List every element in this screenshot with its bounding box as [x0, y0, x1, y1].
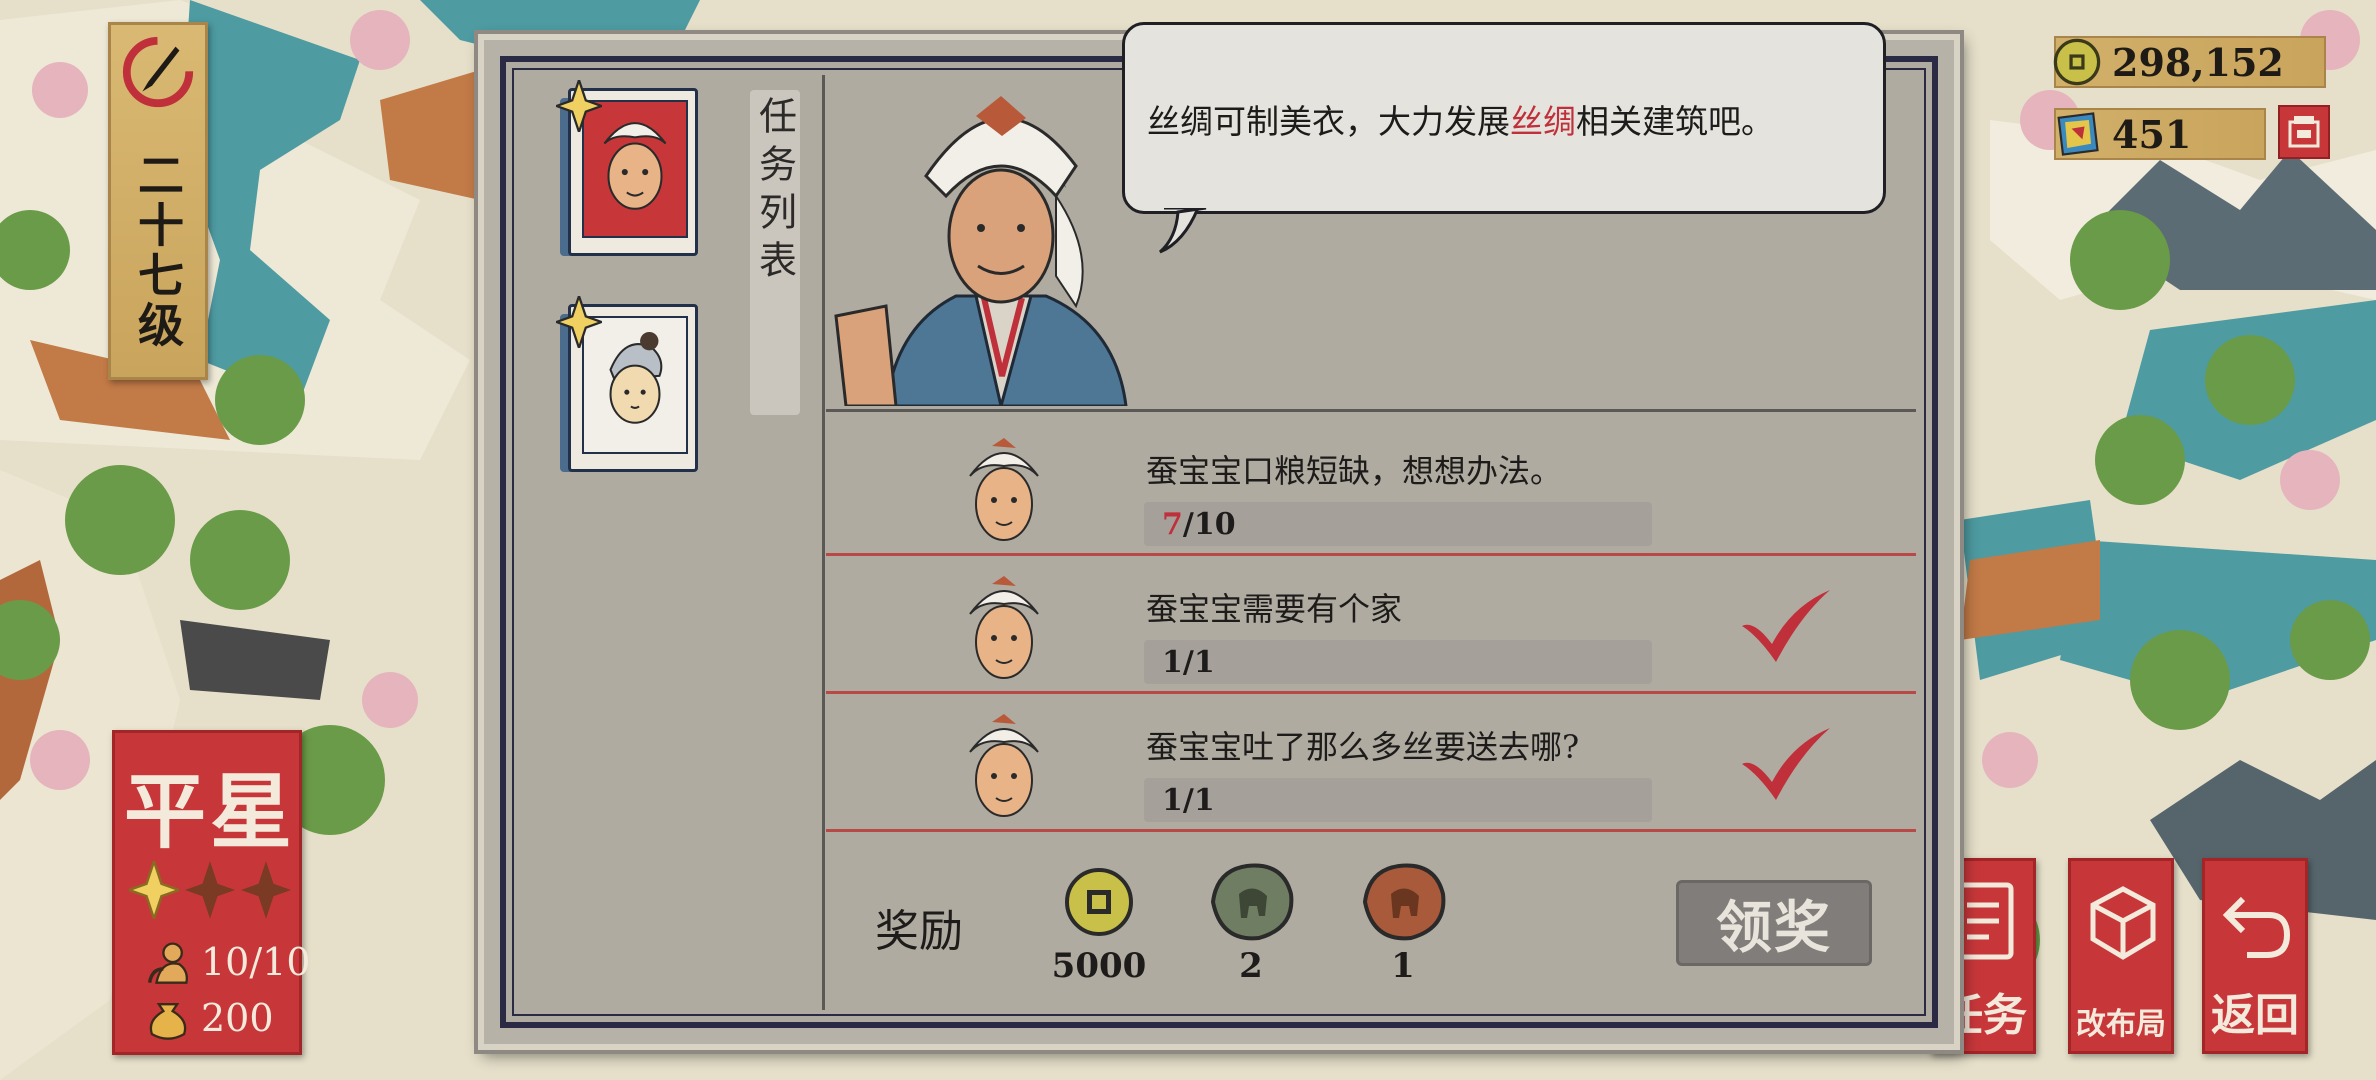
- panel-column-divider: [822, 75, 825, 1010]
- redesign-button-label: 改布局: [2076, 1007, 2166, 1042]
- task-row[interactable]: 蚕宝宝口粮短缺，想想办法。 7/10: [826, 418, 1916, 556]
- silk-lady-character-portrait: [834, 96, 1128, 406]
- gold-star-badge-icon: [556, 80, 602, 132]
- layout-cube-icon: [2090, 886, 2156, 960]
- quest-dialog-text: 丝绸可制美衣，大力发展丝绸相关建筑吧。: [1147, 102, 1774, 141]
- task-title: 蚕宝宝吐了那么多丝要送去哪?: [1146, 728, 1580, 766]
- completed-check-icon: [1742, 590, 1830, 662]
- quest-giver-card-selected[interactable]: [556, 80, 706, 260]
- food-stat: 200: [145, 995, 274, 1041]
- reward-item[interactable]: 2: [1196, 858, 1306, 986]
- reward-item[interactable]: 5000: [1044, 858, 1154, 986]
- food-bag-icon: [149, 1003, 187, 1040]
- speech-bubble-tail: [1158, 208, 1207, 254]
- task-title: 蚕宝宝需要有个家: [1146, 590, 1403, 628]
- population-value: 10/10: [201, 940, 311, 984]
- prosperity-rank-banner[interactable]: 平星 10/10 200: [112, 730, 311, 1055]
- copper-coins-value: 298,152: [2112, 39, 2284, 85]
- silk-lady-avatar-icon: [969, 714, 1039, 817]
- brown-elephant-stone-icon: [1362, 863, 1446, 941]
- dialog-divider: [826, 409, 1916, 412]
- redesign-button[interactable]: 改布局: [2068, 858, 2174, 1054]
- quest-dialog-bubble: 丝绸可制美衣，大力发展丝绸相关建筑吧。: [1122, 22, 1886, 214]
- reward-count: 5000: [1051, 946, 1147, 986]
- population-icon: [147, 942, 188, 984]
- copper-coins-bar[interactable]: 298,152: [2053, 36, 2326, 88]
- task-list-tab-label: 任务列表: [752, 96, 797, 288]
- task-progress-bar: 7/10: [1144, 502, 1652, 546]
- task-row[interactable]: 蚕宝宝吐了那么多丝要送去哪? 1/1: [826, 694, 1916, 832]
- task-list-tab[interactable]: 任务列表: [750, 90, 800, 415]
- task-row[interactable]: 蚕宝宝需要有个家 1/1: [826, 556, 1916, 694]
- reward-count: 2: [1239, 946, 1263, 986]
- gem-scroll-icon: [2057, 112, 2099, 156]
- shop-icon: [2288, 116, 2320, 148]
- quest-giver-card[interactable]: [556, 296, 706, 476]
- gems-bar[interactable]: 451: [2054, 108, 2266, 160]
- copper-coin-icon: [1065, 868, 1133, 936]
- player-level-banner[interactable]: 二十七级: [108, 22, 208, 380]
- dialog-highlight: 丝绸: [1510, 102, 1576, 141]
- population-stat: 10/10: [145, 939, 311, 985]
- claim-reward-button[interactable]: 领奖: [1676, 880, 1872, 966]
- task-progress-bar: 1/1: [1144, 640, 1652, 684]
- task-title: 蚕宝宝口粮短缺，想想办法。: [1146, 452, 1563, 490]
- green-elephant-stone-icon: [1210, 863, 1294, 941]
- back-button[interactable]: 返回: [2202, 858, 2308, 1054]
- copper-coin-icon: [2053, 38, 2101, 86]
- silk-lady-avatar-icon: [969, 438, 1039, 541]
- rank-title: 平星: [123, 764, 296, 860]
- task-progress-bar: 1/1: [1144, 778, 1652, 822]
- rank-stars: [129, 861, 291, 919]
- star-empty-icon: [241, 861, 291, 919]
- shop-button[interactable]: [2278, 105, 2330, 159]
- reward-item[interactable]: 1: [1348, 858, 1458, 986]
- return-arrow-icon: [2222, 896, 2291, 958]
- task-progress-text: 7/10: [1162, 507, 1236, 542]
- player-level-label: 二十七级: [131, 151, 185, 351]
- brush-seal-icon: [122, 36, 194, 108]
- silk-lady-avatar-icon: [969, 576, 1039, 679]
- reward-count: 1: [1391, 946, 1415, 986]
- gold-star-badge-icon: [556, 296, 602, 348]
- food-value: 200: [201, 996, 274, 1040]
- gems-value: 451: [2112, 111, 2192, 157]
- star-empty-icon: [185, 861, 235, 919]
- task-progress-text: 1/1: [1162, 783, 1215, 818]
- completed-check-icon: [1742, 728, 1830, 800]
- task-progress-text: 1/1: [1162, 645, 1215, 680]
- reward-label: 奖励: [875, 906, 963, 957]
- back-button-label: 返回: [2211, 990, 2299, 1041]
- star-filled-icon: [129, 861, 179, 919]
